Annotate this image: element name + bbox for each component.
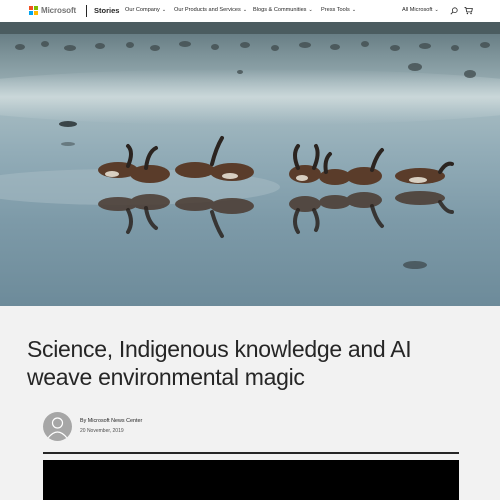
nav-blogs-communities[interactable]: Blogs & Communities ⌄	[253, 7, 313, 13]
video-player[interactable]	[43, 460, 459, 500]
chevron-down-icon: ⌄	[351, 7, 357, 13]
nav-label: Our Products and Services	[174, 7, 241, 13]
article-title: Science, Indigenous knowledge and AI wea…	[27, 335, 477, 391]
nav-our-company[interactable]: Our Company ⌄	[125, 7, 166, 13]
chevron-down-icon: ⌄	[161, 7, 167, 13]
chevron-down-icon: ⌄	[242, 7, 248, 13]
article-title-line-1: Science, Indigenous knowledge and AI	[27, 336, 412, 362]
chevron-down-icon: ⌄	[308, 7, 313, 13]
author-byline[interactable]: By Microsoft News Center	[80, 418, 142, 424]
header-divider	[86, 5, 87, 17]
stories-link[interactable]: Stories	[94, 6, 119, 15]
microsoft-logo[interactable]: Microsoft	[29, 6, 76, 15]
publish-date: 20 November, 2019	[80, 428, 124, 434]
nav-press-tools[interactable]: Press Tools ⌄	[321, 7, 356, 13]
nav-our-products[interactable]: Our Products and Services ⌄	[174, 7, 247, 13]
site-header: Microsoft Stories Our Company ⌄ Our Produ…	[0, 0, 500, 22]
cart-icon[interactable]	[464, 6, 473, 15]
author-avatar	[43, 412, 72, 441]
microsoft-logo-icon	[29, 6, 38, 15]
search-icon[interactable]	[450, 7, 458, 15]
nav-label: Blogs & Communities	[253, 7, 307, 13]
brand-name: Microsoft	[41, 6, 77, 15]
nav-label: Our Company	[125, 7, 160, 13]
chevron-down-icon: ⌄	[434, 7, 439, 13]
whistling-ducks-photo-icon	[0, 22, 500, 306]
article-title-line-2: weave environmental magic	[27, 364, 305, 390]
all-microsoft-label: All Microsoft	[402, 7, 433, 13]
person-icon	[47, 417, 68, 439]
nav-label: Press Tools	[321, 7, 350, 13]
all-microsoft-menu[interactable]: All Microsoft ⌄	[402, 7, 439, 13]
hero-image	[0, 22, 500, 306]
section-divider	[43, 452, 459, 454]
